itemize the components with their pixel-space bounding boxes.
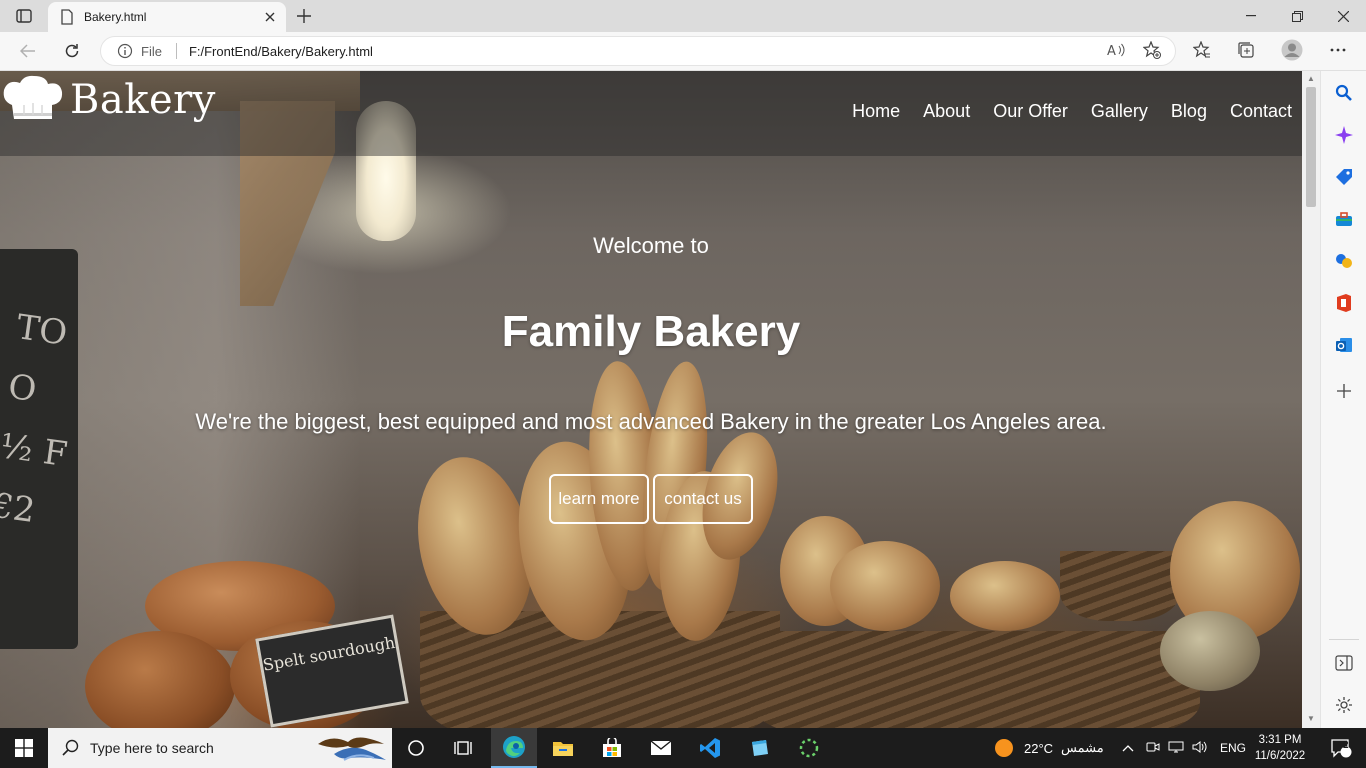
address-prefix: File (141, 43, 162, 59)
mail-icon[interactable] (638, 728, 684, 768)
weather-widget[interactable]: 22°C مشمس (994, 728, 1104, 768)
office-icon[interactable] (1333, 292, 1355, 314)
games-icon[interactable] (1333, 250, 1355, 272)
file-explorer-icon[interactable] (540, 728, 586, 768)
url-text[interactable]: F:/FrontEnd/Bakery/Bakery.html (189, 44, 373, 59)
show-hidden-icons-icon[interactable] (1122, 741, 1136, 755)
settings-gear-icon[interactable] (1333, 694, 1355, 716)
favorites-icon[interactable] (1190, 39, 1214, 61)
clock-time: 3:31 PM (1258, 734, 1302, 746)
windows-taskbar: Type here to search 22°C مشمس ENG 3:31 P… (0, 728, 1366, 768)
hero-welcome: Welcome to (593, 233, 709, 258)
notification-icon[interactable]: 2 (1318, 728, 1364, 768)
hide-sidebar-icon[interactable] (1333, 652, 1355, 674)
system-tray: ENG (1122, 728, 1246, 768)
hero-bread-loaf (950, 561, 1060, 631)
search-highlight-icon (318, 737, 386, 761)
nav-home[interactable]: Home (852, 101, 900, 122)
volume-icon[interactable] (1192, 740, 1208, 757)
tools-icon[interactable] (1333, 208, 1355, 230)
page-viewport: TOO ½ F €2 Spelt sourdough Bakery Home A… (0, 71, 1302, 728)
contact-us-button[interactable]: contact us (653, 474, 753, 524)
shopping-tag-icon[interactable] (1333, 166, 1355, 188)
sidebar-divider (1329, 639, 1359, 640)
sun-icon (995, 739, 1013, 757)
tab-strip: Bakery.html (0, 0, 1366, 32)
svg-text:A: A (1107, 44, 1116, 57)
collections-icon[interactable] (1234, 39, 1258, 61)
browser-tab[interactable]: Bakery.html (48, 2, 286, 32)
tab-title: Bakery.html (84, 10, 147, 24)
vscode-icon[interactable] (687, 728, 733, 768)
learn-more-button[interactable]: learn more (549, 474, 649, 524)
hero-bread-loaf (830, 541, 940, 631)
nav-blog[interactable]: Blog (1171, 101, 1207, 122)
meet-now-icon[interactable] (1146, 740, 1160, 757)
network-icon[interactable] (1168, 740, 1184, 757)
taskbar-search-placeholder: Type here to search (90, 740, 214, 756)
taskbar-search[interactable]: Type here to search (48, 728, 392, 768)
sparkle-icon[interactable] (1333, 124, 1355, 146)
hero-basket (1060, 551, 1180, 621)
add-icon[interactable] (1333, 380, 1355, 402)
windows-start-icon[interactable] (0, 728, 48, 768)
profile-icon[interactable] (1280, 39, 1304, 61)
language-indicator[interactable]: ENG (1220, 741, 1246, 755)
site-logo[interactable]: Bakery (2, 75, 216, 125)
back-arrow-icon[interactable] (14, 38, 42, 64)
close-tab-icon[interactable] (262, 9, 278, 25)
nav-gallery[interactable]: Gallery (1091, 101, 1148, 122)
search-icon (62, 739, 79, 756)
weather-label: مشمس (1061, 740, 1104, 755)
nav-our-offer[interactable]: Our Offer (993, 101, 1068, 122)
store-icon[interactable] (589, 728, 635, 768)
add-favorite-icon[interactable] (1140, 39, 1164, 61)
refresh-icon[interactable] (58, 38, 86, 64)
site-header: Bakery Home About Our Offer Gallery Blog… (0, 71, 1302, 156)
loading-app-icon[interactable] (786, 728, 832, 768)
notification-count: 2 (1343, 740, 1349, 751)
site-brand: Bakery (70, 77, 216, 123)
page-scrollbar[interactable]: ▲ ▼ (1302, 71, 1320, 728)
read-aloud-icon[interactable]: A (1104, 39, 1128, 61)
hero-tagline: We're the biggest, best equipped and mos… (195, 409, 1107, 434)
weather-temp: 22°C (1024, 740, 1054, 756)
hero-buttons: learn more contact us (549, 474, 753, 524)
browser-sidebar (1320, 71, 1366, 728)
hero-headline: Family Bakery (501, 307, 801, 356)
restore-icon[interactable] (1274, 0, 1320, 32)
new-tab-icon[interactable] (292, 6, 316, 26)
search-icon[interactable] (1333, 82, 1355, 104)
hero-bread-loaf (1160, 611, 1260, 691)
nav-about[interactable]: About (923, 101, 970, 122)
address-bar[interactable]: File F:/FrontEnd/Bakery/Bakery.html (100, 36, 1176, 66)
info-icon[interactable] (117, 43, 133, 59)
taskbar-clock[interactable]: 3:31 PM 11/6/2022 (1248, 732, 1312, 764)
tab-actions-icon[interactable] (10, 6, 38, 26)
address-row: File F:/FrontEnd/Bakery/Bakery.html A (0, 32, 1366, 71)
edge-taskbar-icon[interactable] (491, 728, 537, 768)
widgets-icon[interactable] (440, 728, 486, 768)
clock-date: 11/6/2022 (1254, 750, 1306, 762)
scroll-down-icon[interactable]: ▼ (1306, 714, 1316, 724)
scrollbar-thumb[interactable] (1306, 87, 1316, 207)
address-separator (175, 43, 177, 59)
task-view-icon[interactable] (393, 728, 439, 768)
outlook-icon[interactable] (1333, 334, 1355, 356)
document-icon (61, 9, 73, 25)
notepad-icon[interactable] (736, 728, 782, 768)
site-nav: Home About Our Offer Gallery Blog Contac… (852, 101, 1302, 122)
more-icon[interactable] (1326, 39, 1350, 61)
scroll-up-icon[interactable]: ▲ (1306, 74, 1316, 84)
chef-hat-icon (3, 75, 63, 119)
hero-basket (750, 631, 1200, 728)
nav-contact[interactable]: Contact (1230, 101, 1292, 122)
close-window-icon[interactable] (1320, 0, 1366, 32)
minimize-icon[interactable] (1228, 0, 1274, 32)
